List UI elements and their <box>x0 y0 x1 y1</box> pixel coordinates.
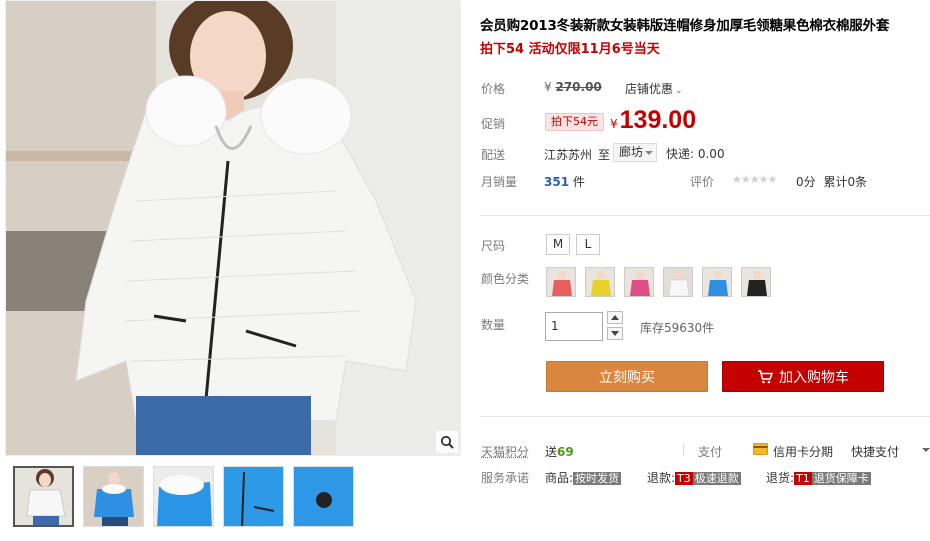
size-option-m[interactable]: M <box>546 234 570 255</box>
service-return[interactable]: 退货: T1 退货保障卡 <box>766 469 871 486</box>
monthly-sales-unit: 件 <box>572 175 585 189</box>
size-label: 尺码 <box>481 239 506 253</box>
promo-price-value: 139.00 <box>619 106 697 134</box>
ship-from: 江苏苏州 <box>544 148 593 162</box>
tmall-points-label[interactable]: 天猫积分 <box>481 443 529 460</box>
service-goods-tag: 按时发货 <box>573 472 622 485</box>
service-refund-prefix: 退款: <box>647 471 676 485</box>
shop-promo-label: 店铺优惠 <box>625 82 674 96</box>
chevron-down-icon[interactable] <box>922 448 930 452</box>
credit-card-icon <box>753 443 768 458</box>
buy-now-button[interactable]: 立刻购买 <box>546 361 708 392</box>
monthly-sales-label: 月销量 <box>481 175 518 189</box>
price-label: 价格 <box>481 82 506 96</box>
credit-installment-link[interactable]: 信用卡分期 <box>773 443 833 460</box>
caret-up-icon <box>611 315 619 320</box>
service-return-t: T1 <box>794 472 812 485</box>
thumbnail-blue-jacket-4[interactable] <box>293 466 354 527</box>
product-title: 会员购2013冬装新款女装韩版连帽修身加厚毛领糖果色棉衣棉服外套 <box>480 18 890 34</box>
points-prefix: 送 <box>545 445 558 459</box>
service-refund-tag: 极速退款 <box>692 472 741 485</box>
color-swatch-pink[interactable] <box>624 267 654 297</box>
shipping-fee: 快递: 0.00 <box>666 147 725 161</box>
divider <box>480 215 930 216</box>
rating-stars-icon: ★★★★★ <box>732 173 777 186</box>
divider <box>683 443 684 456</box>
service-label: 服务承诺 <box>481 471 530 485</box>
product-gallery <box>5 0 461 541</box>
color-swatch-white[interactable] <box>663 267 693 297</box>
stock-count: 库存59630件 <box>640 321 715 335</box>
promo-label: 促销 <box>481 117 506 131</box>
original-price-value: 270.00 <box>555 80 602 94</box>
delivery-label: 配送 <box>481 148 506 162</box>
shop-promo-dropdown[interactable]: 店铺优惠 ⌄ <box>625 80 683 97</box>
monthly-sales: 351 件 <box>544 173 585 190</box>
ship-to-word: 至 <box>598 148 611 162</box>
service-goods-prefix: 商品: <box>545 471 574 485</box>
cart-icon <box>758 369 773 383</box>
color-swatch-yellow[interactable] <box>585 267 615 297</box>
tmall-points: 送69 <box>545 443 574 460</box>
promo-price: ¥139.00 <box>610 106 696 135</box>
ship-city-select[interactable]: 廊坊 <box>613 143 657 162</box>
color-label: 颜色分类 <box>481 272 530 286</box>
quantity-decrease-button[interactable] <box>607 327 623 340</box>
add-to-cart-button[interactable]: 加入购物车 <box>722 361 884 392</box>
chevron-down-icon: ⌄ <box>675 86 683 96</box>
add-to-cart-label: 加入购物车 <box>779 369 849 386</box>
thumbnail-white-jacket[interactable] <box>13 466 74 527</box>
ship-city-value: 廊坊 <box>619 145 644 159</box>
quick-pay-link[interactable]: 快捷支付 <box>851 443 899 460</box>
monthly-sales-count: 351 <box>544 175 570 189</box>
chevron-down-icon <box>645 151 653 155</box>
currency-symbol: ¥ <box>544 80 552 94</box>
service-goods[interactable]: 商品: 按时发货 <box>545 469 622 486</box>
quantity-input[interactable]: 1 <box>545 312 603 341</box>
color-swatch-blue[interactable] <box>702 267 732 297</box>
thumbnail-blue-jacket-2[interactable] <box>153 466 214 527</box>
color-swatch-black[interactable] <box>741 267 771 297</box>
quantity-increase-button[interactable] <box>607 311 623 324</box>
color-swatch-red[interactable] <box>546 267 576 297</box>
points-value: 69 <box>557 445 574 459</box>
review-total-link[interactable]: 累计0条 <box>823 175 867 189</box>
thumbnail-blue-jacket-1[interactable] <box>83 466 144 527</box>
rating-score-value: 0分 <box>796 175 816 189</box>
zoom-icon[interactable] <box>436 431 458 453</box>
thumbnail-strip <box>13 466 354 527</box>
caret-down-icon <box>611 331 619 336</box>
rating-score: 0分 累计0条 <box>796 173 867 190</box>
size-option-l[interactable]: L <box>576 234 600 255</box>
rating-label: 评价 <box>690 175 715 189</box>
buy-now-label: 立刻购买 <box>599 369 655 386</box>
original-price: ¥ 270.00 <box>544 80 602 94</box>
thumbnail-blue-jacket-3[interactable] <box>223 466 284 527</box>
divider <box>480 416 930 417</box>
payment-label: 支付 <box>698 445 723 459</box>
service-refund[interactable]: 退款: T3 极速退款 <box>647 469 741 486</box>
product-details: 会员购2013冬装新款女装韩版连帽修身加厚毛领糖果色棉衣棉服外套 拍下54 活动… <box>480 0 930 541</box>
promo-badge: 拍下54元 <box>545 113 604 131</box>
main-product-image[interactable] <box>5 0 461 456</box>
quantity-label: 数量 <box>481 318 506 332</box>
promo-currency: ¥ <box>610 117 618 131</box>
product-subtitle: 拍下54 活动仅限11月6号当天 <box>480 42 660 57</box>
service-refund-t: T3 <box>675 472 693 485</box>
service-return-prefix: 退货: <box>766 471 795 485</box>
service-return-tag: 退货保障卡 <box>811 472 871 485</box>
